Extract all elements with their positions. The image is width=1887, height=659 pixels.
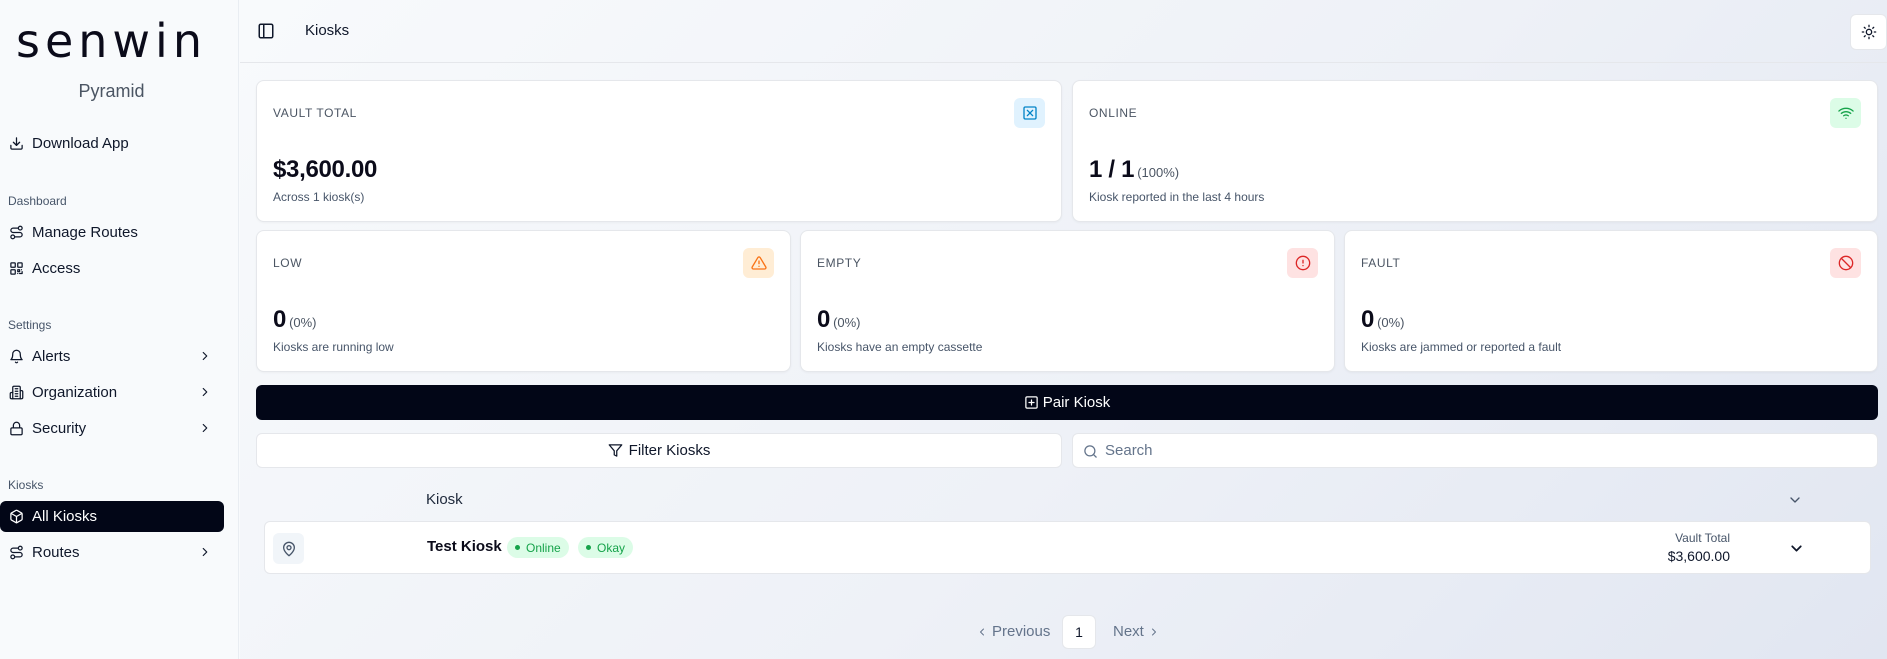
group-kiosks: Kiosks bbox=[8, 478, 44, 492]
card-label: VAULT TOTAL bbox=[273, 106, 357, 120]
route-icon bbox=[9, 225, 25, 241]
sun-icon bbox=[1861, 24, 1876, 40]
brand-logo: senwin bbox=[16, 14, 207, 68]
plus-square-icon bbox=[1024, 396, 1038, 409]
chevron-right-icon bbox=[202, 423, 208, 433]
table-row[interactable]: Test Kiosk Online Okay Vault Total $3,60… bbox=[264, 521, 1871, 574]
bell-icon bbox=[9, 349, 25, 365]
download-app-button[interactable]: Download App bbox=[0, 128, 224, 159]
sidebar: senwin Pyramid Download App Dashboard Ma… bbox=[0, 0, 239, 659]
sidebar-item-access[interactable]: Access bbox=[0, 253, 224, 284]
download-icon bbox=[9, 136, 25, 152]
chevron-right-icon bbox=[202, 351, 208, 361]
filter-icon bbox=[608, 444, 623, 457]
search-input[interactable] bbox=[1105, 434, 1865, 467]
health-badge: Okay bbox=[578, 537, 634, 558]
chevron-left-icon bbox=[980, 628, 984, 635]
page-title: Kiosks bbox=[305, 22, 350, 39]
ban-icon bbox=[1830, 248, 1861, 278]
sidebar-item-all-kiosks[interactable]: All Kiosks bbox=[0, 501, 224, 532]
pair-kiosk-button[interactable]: Pair Kiosk bbox=[256, 385, 1878, 420]
kiosk-name[interactable]: Test Kiosk bbox=[427, 538, 502, 555]
chevron-right-icon bbox=[1151, 628, 1156, 635]
sidebar-item-organization[interactable]: Organization bbox=[0, 377, 224, 408]
box-icon bbox=[9, 509, 25, 525]
warning-icon bbox=[743, 248, 774, 278]
sidebar-item-label: Access bbox=[32, 260, 81, 277]
fault-card: FAULT 0 (0%) Kiosks are jammed or reporte… bbox=[1344, 230, 1878, 372]
group-dashboard: Dashboard bbox=[8, 194, 67, 208]
card-subtext: Across 1 kiosk(s) bbox=[273, 190, 365, 204]
vault-total-label: Vault Total bbox=[1675, 531, 1730, 545]
card-label: LOW bbox=[273, 256, 303, 270]
chevron-right-icon bbox=[202, 387, 208, 397]
wifi-icon bbox=[1830, 98, 1861, 128]
chevron-down-icon[interactable] bbox=[1787, 492, 1803, 508]
card-value: $3,600.00 bbox=[273, 156, 378, 183]
card-subtext: Kiosks are jammed or reported a fault bbox=[1361, 340, 1562, 354]
filter-kiosks-label: Filter Kiosks bbox=[628, 442, 711, 459]
card-label: EMPTY bbox=[817, 256, 862, 270]
card-subtext: Kiosk reported in the last 4 hours bbox=[1089, 190, 1265, 204]
status-dot bbox=[515, 545, 520, 550]
chevron-down-icon[interactable] bbox=[1788, 540, 1805, 557]
main-content: Kiosks VAULT TOTAL $3,600.00 Across 1 ki… bbox=[240, 0, 1887, 659]
top-bar: Kiosks bbox=[240, 0, 1887, 63]
vault-total-value: $3,600.00 bbox=[1667, 548, 1730, 564]
sidebar-item-label: Alerts bbox=[32, 348, 71, 365]
status-badge: Online bbox=[507, 537, 569, 558]
card-value: 0 (0%) bbox=[817, 306, 861, 333]
empty-card: EMPTY 0 (0%) Kiosks have an empty cassett… bbox=[800, 230, 1335, 372]
qr-code-icon bbox=[9, 261, 25, 277]
pair-kiosk-label: Pair Kiosk bbox=[1042, 394, 1111, 411]
card-value: 1 / 1 (100%) bbox=[1089, 156, 1180, 183]
lock-icon bbox=[9, 421, 25, 437]
online-card: ONLINE 1 / 1 (100%) Kiosk reported in the… bbox=[1072, 80, 1878, 222]
sidebar-item-routes[interactable]: Routes bbox=[0, 537, 224, 568]
group-settings: Settings bbox=[8, 318, 52, 332]
next-page-button[interactable]: Next bbox=[1113, 623, 1160, 640]
alert-circle-icon bbox=[1287, 248, 1318, 278]
download-app-label: Download App bbox=[32, 135, 129, 152]
card-label: FAULT bbox=[1361, 256, 1401, 270]
route-icon bbox=[9, 545, 25, 561]
sidebar-item-label: Routes bbox=[32, 544, 80, 561]
page-number-button[interactable]: 1 bbox=[1062, 615, 1096, 649]
sidebar-toggle-icon[interactable] bbox=[257, 22, 275, 40]
theme-toggle-button[interactable] bbox=[1850, 14, 1887, 50]
map-pin-icon bbox=[273, 533, 304, 564]
search-icon bbox=[1084, 445, 1097, 458]
previous-page-button[interactable]: Previous bbox=[976, 623, 1050, 640]
brand-subtitle: Pyramid bbox=[78, 81, 145, 101]
sidebar-item-security[interactable]: Security bbox=[0, 413, 224, 444]
sidebar-item-manage-routes[interactable]: Manage Routes bbox=[0, 217, 224, 248]
card-value: 0 (0%) bbox=[273, 306, 317, 333]
low-card: LOW 0 (0%) Kiosks are running low bbox=[256, 230, 791, 372]
card-subtext: Kiosks have an empty cassette bbox=[817, 340, 983, 354]
vault-total-card: VAULT TOTAL $3,600.00 Across 1 kiosk(s) bbox=[256, 80, 1062, 222]
search-box bbox=[1072, 433, 1878, 468]
card-label: ONLINE bbox=[1089, 106, 1138, 120]
sidebar-item-label: Security bbox=[32, 420, 87, 437]
status-dot bbox=[586, 545, 591, 550]
sidebar-item-label: All Kiosks bbox=[32, 508, 98, 525]
building-icon bbox=[9, 385, 25, 401]
pagination: Previous 1 Next bbox=[240, 615, 1887, 649]
sidebar-item-label: Organization bbox=[32, 384, 118, 401]
card-subtext: Kiosks are running low bbox=[273, 340, 394, 354]
card-value: 0 (0%) bbox=[1361, 306, 1405, 333]
filter-kiosks-button[interactable]: Filter Kiosks bbox=[256, 433, 1062, 468]
table-header-kiosk[interactable]: Kiosk bbox=[426, 491, 463, 508]
vault-icon bbox=[1014, 98, 1045, 128]
sidebar-item-label: Manage Routes bbox=[32, 224, 138, 241]
chevron-right-icon bbox=[202, 547, 208, 557]
sidebar-item-alerts[interactable]: Alerts bbox=[0, 341, 224, 372]
